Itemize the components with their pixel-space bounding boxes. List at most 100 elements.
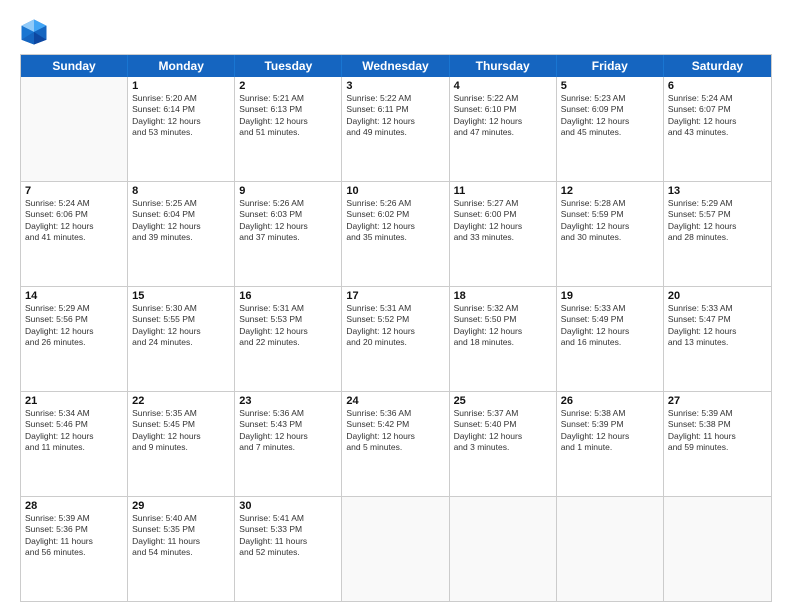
calendar-cell-r0c5: 5Sunrise: 5:23 AM Sunset: 6:09 PM Daylig…	[557, 77, 664, 181]
calendar-cell-r3c6: 27Sunrise: 5:39 AM Sunset: 5:38 PM Dayli…	[664, 392, 771, 496]
day-number: 24	[346, 395, 444, 407]
weekday-header-saturday: Saturday	[664, 55, 771, 77]
day-number: 12	[561, 185, 659, 197]
weekday-header-tuesday: Tuesday	[235, 55, 342, 77]
weekday-header-wednesday: Wednesday	[342, 55, 449, 77]
calendar-cell-r0c6: 6Sunrise: 5:24 AM Sunset: 6:07 PM Daylig…	[664, 77, 771, 181]
cell-info: Sunrise: 5:24 AM Sunset: 6:06 PM Dayligh…	[25, 198, 123, 244]
day-number: 18	[454, 290, 552, 302]
cell-info: Sunrise: 5:41 AM Sunset: 5:33 PM Dayligh…	[239, 513, 337, 559]
calendar-row-4: 28Sunrise: 5:39 AM Sunset: 5:36 PM Dayli…	[21, 497, 771, 601]
day-number: 6	[668, 80, 767, 92]
cell-info: Sunrise: 5:30 AM Sunset: 5:55 PM Dayligh…	[132, 303, 230, 349]
cell-info: Sunrise: 5:21 AM Sunset: 6:13 PM Dayligh…	[239, 93, 337, 139]
logo-icon	[20, 18, 48, 46]
calendar-row-1: 7Sunrise: 5:24 AM Sunset: 6:06 PM Daylig…	[21, 182, 771, 287]
cell-info: Sunrise: 5:24 AM Sunset: 6:07 PM Dayligh…	[668, 93, 767, 139]
calendar-cell-r4c6	[664, 497, 771, 601]
day-number: 1	[132, 80, 230, 92]
day-number: 3	[346, 80, 444, 92]
calendar-cell-r3c3: 24Sunrise: 5:36 AM Sunset: 5:42 PM Dayli…	[342, 392, 449, 496]
day-number: 13	[668, 185, 767, 197]
calendar-cell-r0c1: 1Sunrise: 5:20 AM Sunset: 6:14 PM Daylig…	[128, 77, 235, 181]
day-number: 30	[239, 500, 337, 512]
calendar-cell-r3c5: 26Sunrise: 5:38 AM Sunset: 5:39 PM Dayli…	[557, 392, 664, 496]
calendar-cell-r2c1: 15Sunrise: 5:30 AM Sunset: 5:55 PM Dayli…	[128, 287, 235, 391]
day-number: 22	[132, 395, 230, 407]
cell-info: Sunrise: 5:28 AM Sunset: 5:59 PM Dayligh…	[561, 198, 659, 244]
calendar-cell-r2c5: 19Sunrise: 5:33 AM Sunset: 5:49 PM Dayli…	[557, 287, 664, 391]
day-number: 27	[668, 395, 767, 407]
calendar-cell-r0c4: 4Sunrise: 5:22 AM Sunset: 6:10 PM Daylig…	[450, 77, 557, 181]
day-number: 21	[25, 395, 123, 407]
cell-info: Sunrise: 5:33 AM Sunset: 5:49 PM Dayligh…	[561, 303, 659, 349]
calendar-cell-r3c4: 25Sunrise: 5:37 AM Sunset: 5:40 PM Dayli…	[450, 392, 557, 496]
cell-info: Sunrise: 5:29 AM Sunset: 5:56 PM Dayligh…	[25, 303, 123, 349]
cell-info: Sunrise: 5:27 AM Sunset: 6:00 PM Dayligh…	[454, 198, 552, 244]
cell-info: Sunrise: 5:34 AM Sunset: 5:46 PM Dayligh…	[25, 408, 123, 454]
day-number: 29	[132, 500, 230, 512]
cell-info: Sunrise: 5:22 AM Sunset: 6:10 PM Dayligh…	[454, 93, 552, 139]
cell-info: Sunrise: 5:31 AM Sunset: 5:52 PM Dayligh…	[346, 303, 444, 349]
calendar-cell-r2c0: 14Sunrise: 5:29 AM Sunset: 5:56 PM Dayli…	[21, 287, 128, 391]
calendar-cell-r2c3: 17Sunrise: 5:31 AM Sunset: 5:52 PM Dayli…	[342, 287, 449, 391]
day-number: 25	[454, 395, 552, 407]
calendar-body: 1Sunrise: 5:20 AM Sunset: 6:14 PM Daylig…	[21, 77, 771, 601]
day-number: 19	[561, 290, 659, 302]
day-number: 16	[239, 290, 337, 302]
calendar-cell-r4c4	[450, 497, 557, 601]
calendar-cell-r1c3: 10Sunrise: 5:26 AM Sunset: 6:02 PM Dayli…	[342, 182, 449, 286]
cell-info: Sunrise: 5:26 AM Sunset: 6:03 PM Dayligh…	[239, 198, 337, 244]
calendar-cell-r0c0	[21, 77, 128, 181]
day-number: 20	[668, 290, 767, 302]
header	[20, 18, 772, 46]
cell-info: Sunrise: 5:32 AM Sunset: 5:50 PM Dayligh…	[454, 303, 552, 349]
day-number: 17	[346, 290, 444, 302]
calendar-cell-r4c0: 28Sunrise: 5:39 AM Sunset: 5:36 PM Dayli…	[21, 497, 128, 601]
day-number: 8	[132, 185, 230, 197]
calendar-cell-r1c0: 7Sunrise: 5:24 AM Sunset: 6:06 PM Daylig…	[21, 182, 128, 286]
cell-info: Sunrise: 5:31 AM Sunset: 5:53 PM Dayligh…	[239, 303, 337, 349]
cell-info: Sunrise: 5:25 AM Sunset: 6:04 PM Dayligh…	[132, 198, 230, 244]
calendar-cell-r0c3: 3Sunrise: 5:22 AM Sunset: 6:11 PM Daylig…	[342, 77, 449, 181]
cell-info: Sunrise: 5:37 AM Sunset: 5:40 PM Dayligh…	[454, 408, 552, 454]
cell-info: Sunrise: 5:26 AM Sunset: 6:02 PM Dayligh…	[346, 198, 444, 244]
cell-info: Sunrise: 5:36 AM Sunset: 5:43 PM Dayligh…	[239, 408, 337, 454]
calendar-cell-r1c1: 8Sunrise: 5:25 AM Sunset: 6:04 PM Daylig…	[128, 182, 235, 286]
day-number: 15	[132, 290, 230, 302]
cell-info: Sunrise: 5:23 AM Sunset: 6:09 PM Dayligh…	[561, 93, 659, 139]
calendar: SundayMondayTuesdayWednesdayThursdayFrid…	[20, 54, 772, 602]
calendar-cell-r2c4: 18Sunrise: 5:32 AM Sunset: 5:50 PM Dayli…	[450, 287, 557, 391]
day-number: 5	[561, 80, 659, 92]
calendar-cell-r3c2: 23Sunrise: 5:36 AM Sunset: 5:43 PM Dayli…	[235, 392, 342, 496]
cell-info: Sunrise: 5:22 AM Sunset: 6:11 PM Dayligh…	[346, 93, 444, 139]
cell-info: Sunrise: 5:39 AM Sunset: 5:36 PM Dayligh…	[25, 513, 123, 559]
calendar-cell-r1c4: 11Sunrise: 5:27 AM Sunset: 6:00 PM Dayli…	[450, 182, 557, 286]
calendar-cell-r4c1: 29Sunrise: 5:40 AM Sunset: 5:35 PM Dayli…	[128, 497, 235, 601]
weekday-header-friday: Friday	[557, 55, 664, 77]
weekday-header-thursday: Thursday	[450, 55, 557, 77]
calendar-cell-r4c2: 30Sunrise: 5:41 AM Sunset: 5:33 PM Dayli…	[235, 497, 342, 601]
day-number: 26	[561, 395, 659, 407]
day-number: 2	[239, 80, 337, 92]
calendar-cell-r3c1: 22Sunrise: 5:35 AM Sunset: 5:45 PM Dayli…	[128, 392, 235, 496]
calendar-row-3: 21Sunrise: 5:34 AM Sunset: 5:46 PM Dayli…	[21, 392, 771, 497]
calendar-cell-r1c5: 12Sunrise: 5:28 AM Sunset: 5:59 PM Dayli…	[557, 182, 664, 286]
cell-info: Sunrise: 5:33 AM Sunset: 5:47 PM Dayligh…	[668, 303, 767, 349]
day-number: 4	[454, 80, 552, 92]
day-number: 7	[25, 185, 123, 197]
calendar-cell-r2c2: 16Sunrise: 5:31 AM Sunset: 5:53 PM Dayli…	[235, 287, 342, 391]
cell-info: Sunrise: 5:29 AM Sunset: 5:57 PM Dayligh…	[668, 198, 767, 244]
cell-info: Sunrise: 5:36 AM Sunset: 5:42 PM Dayligh…	[346, 408, 444, 454]
calendar-page: SundayMondayTuesdayWednesdayThursdayFrid…	[0, 0, 792, 612]
calendar-header: SundayMondayTuesdayWednesdayThursdayFrid…	[21, 55, 771, 77]
calendar-row-2: 14Sunrise: 5:29 AM Sunset: 5:56 PM Dayli…	[21, 287, 771, 392]
cell-info: Sunrise: 5:20 AM Sunset: 6:14 PM Dayligh…	[132, 93, 230, 139]
day-number: 9	[239, 185, 337, 197]
weekday-header-monday: Monday	[128, 55, 235, 77]
day-number: 14	[25, 290, 123, 302]
day-number: 23	[239, 395, 337, 407]
calendar-cell-r4c3	[342, 497, 449, 601]
day-number: 28	[25, 500, 123, 512]
calendar-row-0: 1Sunrise: 5:20 AM Sunset: 6:14 PM Daylig…	[21, 77, 771, 182]
